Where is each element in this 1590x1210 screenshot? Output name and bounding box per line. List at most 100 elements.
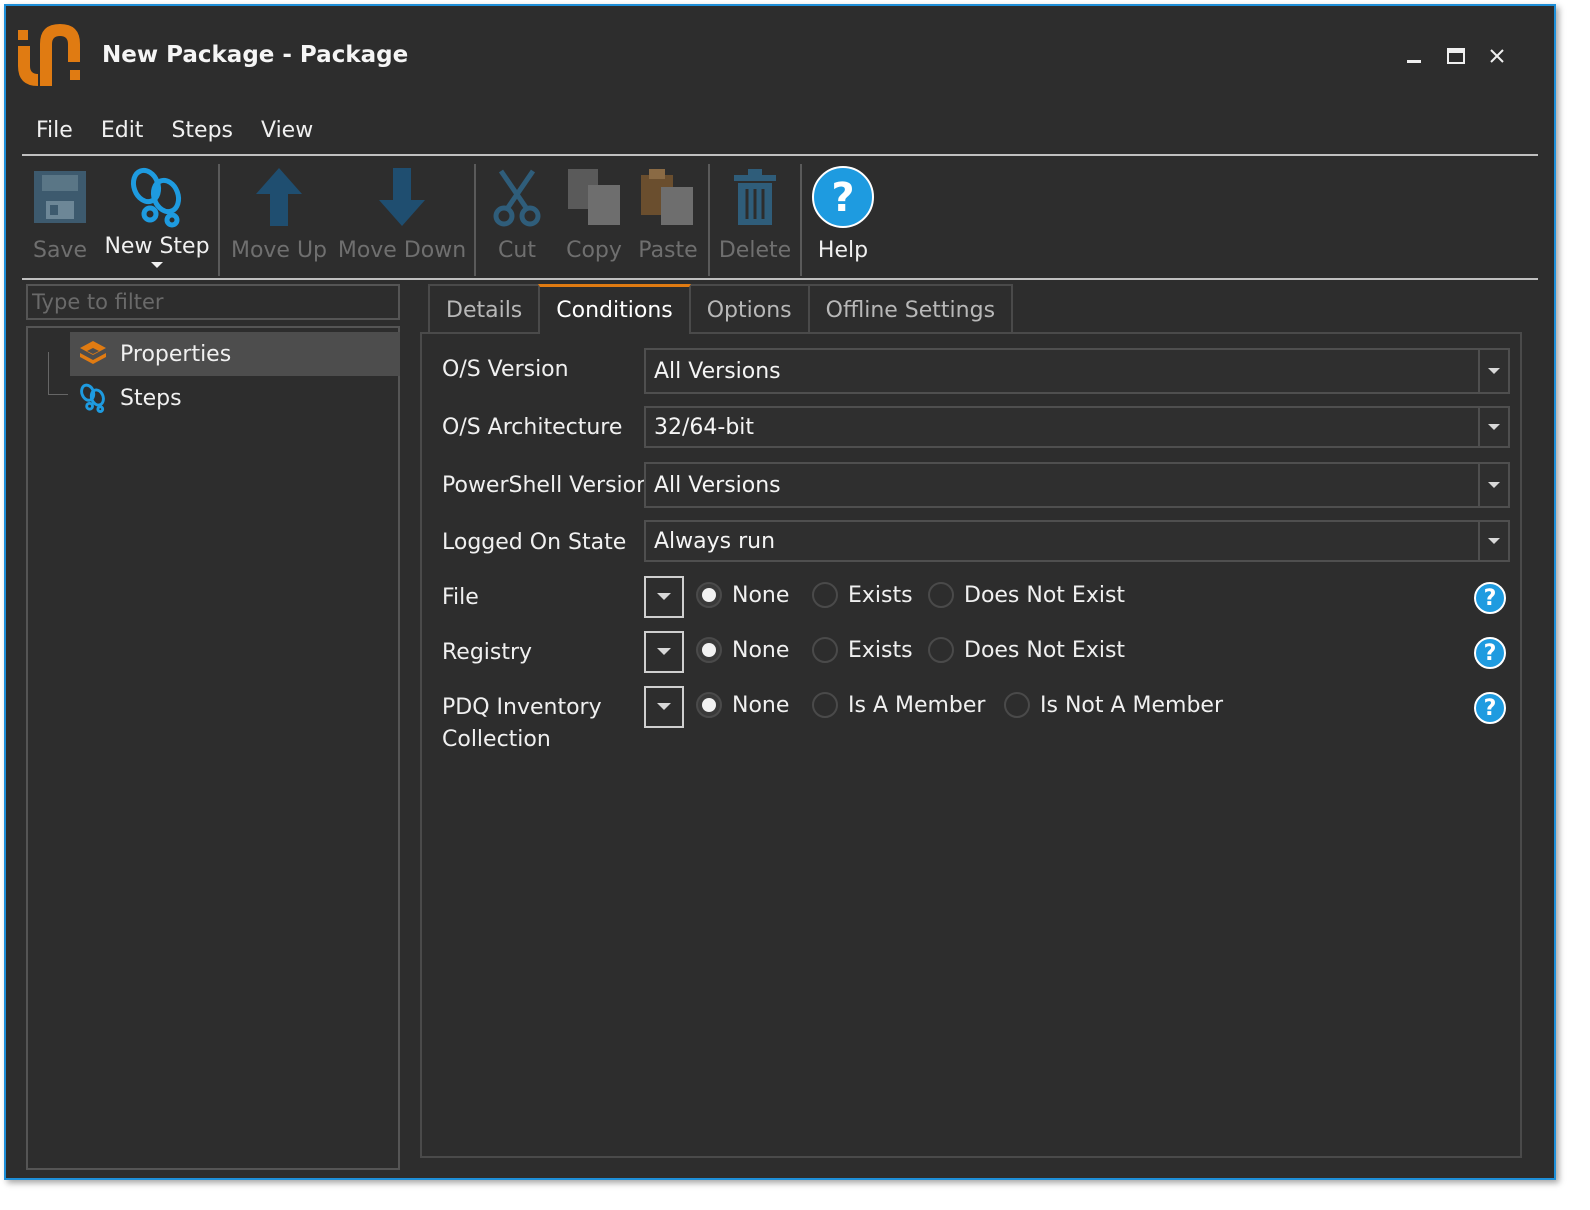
package-icon <box>76 337 110 371</box>
minimize-button[interactable] <box>1394 36 1434 76</box>
chevron-down-icon <box>151 262 163 268</box>
radio-indicator <box>812 692 838 718</box>
radio-label: None <box>732 582 790 608</box>
tree-item-label: Properties <box>120 341 232 367</box>
powershell-version-label: PowerShell Version <box>442 473 651 498</box>
logged-on-state-dropdown[interactable]: Always run <box>644 520 1510 562</box>
registry-radio-exists[interactable]: Exists <box>812 637 913 663</box>
registry-radio-none[interactable]: None <box>696 637 789 663</box>
file-condition-dropdown[interactable] <box>644 576 684 618</box>
tab-conditions[interactable]: Conditions <box>538 284 691 334</box>
arrow-down-icon <box>377 164 427 230</box>
close-button[interactable] <box>1477 36 1517 76</box>
menu-file[interactable]: File <box>22 114 87 154</box>
copy-icon <box>566 164 622 230</box>
file-label: File <box>442 585 479 610</box>
window-title: New Package - Package <box>102 42 409 68</box>
new-step-button[interactable]: New Step <box>104 164 210 276</box>
save-label: Save <box>32 238 87 263</box>
registry-help-icon[interactable]: ? <box>1474 637 1506 669</box>
move-up-button[interactable]: Move Up <box>230 164 328 276</box>
file-radio-none[interactable]: None <box>696 582 789 608</box>
logged-on-state-label: Logged On State <box>442 530 627 555</box>
toolbar-separator <box>800 164 802 276</box>
package-tree: Properties Steps <box>26 326 400 1170</box>
menu-view[interactable]: View <box>247 114 327 154</box>
radio-indicator <box>696 637 722 663</box>
save-button[interactable]: Save <box>30 164 90 276</box>
toolbar: Save New Step Move Up Move Down Cut Copy… <box>22 158 1538 280</box>
toolbar-separator <box>474 164 476 276</box>
app-logo-icon <box>18 22 84 88</box>
radio-label: Exists <box>848 582 913 608</box>
registry-condition-dropdown[interactable] <box>644 631 684 673</box>
logged-on-state-value: Always run <box>654 528 776 554</box>
tree-connector <box>48 352 49 394</box>
os-version-value: All Versions <box>654 358 781 384</box>
tree-item-label: Steps <box>120 385 182 411</box>
toolbar-separator <box>218 164 220 276</box>
paste-button[interactable]: Paste <box>638 164 698 276</box>
registry-radio-does-not-exist[interactable]: Does Not Exist <box>928 637 1125 663</box>
radio-label: Does Not Exist <box>964 582 1126 608</box>
os-version-dropdown[interactable]: All Versions <box>644 348 1510 394</box>
chevron-down-icon <box>657 593 671 600</box>
menu-steps[interactable]: Steps <box>157 114 247 154</box>
pdq-collection-help-icon[interactable]: ? <box>1474 692 1506 724</box>
maximize-button[interactable] <box>1436 36 1476 76</box>
conditions-panel: O/S Version All Versions O/S Architectur… <box>420 332 1522 1158</box>
powershell-version-value: All Versions <box>654 472 781 498</box>
powershell-version-dropdown[interactable]: All Versions <box>644 462 1510 508</box>
pdq-radio-is-not-a-member[interactable]: Is Not A Member <box>1004 692 1223 718</box>
radio-indicator <box>928 637 954 663</box>
tab-offline-settings[interactable]: Offline Settings <box>807 284 1014 334</box>
radio-label: Exists <box>848 637 913 663</box>
move-up-label: Move Up <box>230 238 328 263</box>
menu-bar: File Edit Steps View <box>22 114 1538 156</box>
chevron-down-icon <box>657 648 671 655</box>
os-architecture-label: O/S Architecture <box>442 415 623 440</box>
pdq-collection-dropdown[interactable] <box>644 686 684 728</box>
radio-label: None <box>732 637 790 663</box>
cut-button[interactable]: Cut <box>492 164 542 276</box>
tree-connector <box>48 394 68 395</box>
paste-label: Paste <box>638 238 698 263</box>
package-window: New Package - Package File Edit Steps Vi… <box>4 4 1556 1180</box>
toolbar-separator <box>708 164 710 276</box>
tree-item-steps[interactable]: Steps <box>70 376 182 420</box>
chevron-down-icon <box>1478 408 1508 446</box>
tab-options[interactable]: Options <box>688 284 810 334</box>
copy-button[interactable]: Copy <box>564 164 624 276</box>
help-button[interactable]: ? Help <box>812 164 874 276</box>
minimize-icon <box>1407 60 1421 63</box>
pdq-radio-is-a-member[interactable]: Is A Member <box>812 692 985 718</box>
new-step-label: New Step <box>104 234 210 259</box>
pdq-radio-none[interactable]: None <box>696 692 789 718</box>
title-bar: New Package - Package <box>6 6 1554 106</box>
file-radio-exists[interactable]: Exists <box>812 582 913 608</box>
os-architecture-dropdown[interactable]: 32/64-bit <box>644 406 1510 448</box>
copy-label: Copy <box>566 238 622 263</box>
chevron-down-icon <box>657 703 671 710</box>
tab-details[interactable]: Details <box>428 284 541 334</box>
scissors-icon <box>493 164 541 230</box>
footsteps-icon <box>126 164 188 230</box>
chevron-down-icon <box>1478 522 1508 560</box>
menu-edit[interactable]: Edit <box>87 114 158 154</box>
tree-item-properties[interactable]: Properties <box>70 332 400 376</box>
help-label: Help <box>817 238 869 263</box>
file-radio-does-not-exist[interactable]: Does Not Exist <box>928 582 1125 608</box>
filter-input[interactable] <box>26 284 400 320</box>
footsteps-icon <box>76 381 110 415</box>
pdq-collection-label-line2: Collection <box>442 727 551 752</box>
radio-indicator <box>1004 692 1030 718</box>
radio-indicator <box>696 582 722 608</box>
save-icon <box>32 164 88 230</box>
radio-label: Does Not Exist <box>964 637 1126 663</box>
delete-label: Delete <box>718 238 792 263</box>
chevron-down-icon <box>1478 350 1508 392</box>
move-down-button[interactable]: Move Down <box>338 164 466 276</box>
radio-label: Is A Member <box>848 692 986 718</box>
file-help-icon[interactable]: ? <box>1474 582 1506 614</box>
delete-button[interactable]: Delete <box>718 164 792 276</box>
